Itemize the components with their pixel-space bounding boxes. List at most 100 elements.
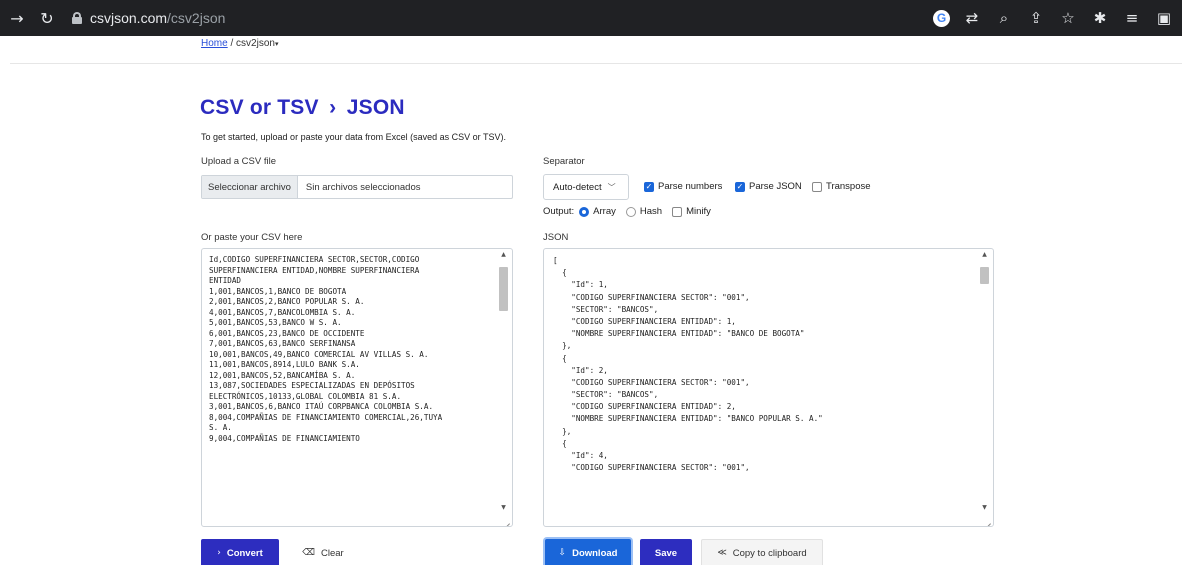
download-label: Download <box>572 547 618 559</box>
json-line: { <box>553 268 567 278</box>
zoom-icon[interactable]: ⌕ <box>994 9 1014 27</box>
output-hash-radio[interactable]: Hash <box>625 206 662 217</box>
csv-line: Id,CODIGO SUPERFINANCIERA SECTOR,SECTOR,… <box>209 255 420 264</box>
extensions-puzzle-icon[interactable]: ✱ <box>1090 9 1110 27</box>
browser-toolbar: → ↻ csvjson.com/csv2json G ⇄ ⌕ ⇪ ☆ ✱ ≡ ▣ <box>0 0 1182 36</box>
lock-icon <box>72 12 82 24</box>
convert-button[interactable]: › Convert <box>201 539 279 565</box>
output-options: Output: Array Hash Minify <box>543 206 711 217</box>
checkbox-empty-icon <box>672 206 683 217</box>
clear-label: Clear <box>321 547 344 559</box>
json-line: "CODIGO SUPERFINANCIERA SECTOR": "001", <box>553 292 750 302</box>
scroll-up-icon[interactable]: ▲ <box>497 251 510 261</box>
share-icon: ≪ <box>717 548 727 558</box>
upload-label: Upload a CSV file <box>201 156 276 167</box>
chevron-right-icon: › <box>217 548 221 558</box>
back-arrow-icon[interactable]: → <box>6 9 28 28</box>
chevron-down-icon: ﹀ <box>607 182 616 192</box>
json-scrollbar[interactable]: ▲ ▼ <box>978 251 991 514</box>
resize-handle-icon[interactable] <box>982 515 991 524</box>
side-panel-icon[interactable]: ▣ <box>1154 9 1174 27</box>
minify-label: Minify <box>686 206 711 217</box>
json-line: "Id": 4, <box>553 451 608 460</box>
transpose-label: Transpose <box>826 181 871 192</box>
csv-line: 9,004,COMPAÑIAS DE FINANCIAMIENTO <box>209 433 360 443</box>
breadcrumb-separator: / <box>230 38 234 49</box>
json-line: "SECTOR": "BANCOS", <box>553 390 659 400</box>
json-line: "CODIGO SUPERFINANCIERA SECTOR": "001", <box>553 463 750 473</box>
csv-textarea[interactable]: Id,CODIGO SUPERFINANCIERA SECTOR,SECTOR,… <box>201 248 513 527</box>
parse-json-label: Parse JSON <box>749 181 802 192</box>
download-button[interactable]: ⇩ Download <box>545 539 631 565</box>
address-bar[interactable]: csvjson.com/csv2json <box>72 4 225 32</box>
json-output-label: JSON <box>543 232 569 243</box>
separator-select[interactable]: Auto-detect ﹀ <box>543 174 629 200</box>
json-line: }, <box>553 341 572 351</box>
csv-scrollbar[interactable]: ▲ ▼ <box>497 251 510 514</box>
csv-input-label: Or paste your CSV here <box>201 232 303 243</box>
output-array-radio[interactable]: Array <box>579 206 616 217</box>
transpose-checkbox[interactable]: Transpose <box>812 181 871 192</box>
scroll-up-icon[interactable]: ▲ <box>978 251 991 261</box>
separator-label: Separator <box>543 156 585 167</box>
url-path: /csv2json <box>167 10 226 26</box>
csv-line: 4,001,BANCOS,7,BANCOLOMBIA S. A. <box>209 307 356 317</box>
json-line: [ <box>553 256 558 265</box>
star-icon[interactable]: ☆ <box>1058 9 1078 27</box>
backspace-icon: ⌫ <box>302 548 316 558</box>
save-button[interactable]: Save <box>640 539 692 565</box>
json-line: "NOMBRE SUPERFINANCIERA ENTIDAD": "BANCO… <box>553 414 823 424</box>
csv-line: 6,001,BANCOS,23,BANCO DE OCCIDENTE <box>209 328 365 338</box>
parse-numbers-checkbox[interactable]: ✓ Parse numbers <box>644 181 722 192</box>
csv-line: ENTIDAD <box>209 276 242 285</box>
radio-checked-icon <box>579 206 590 217</box>
breadcrumb-current[interactable]: csv2json <box>236 38 275 49</box>
page-subtitle: To get started, upload or paste your dat… <box>201 132 506 142</box>
convert-label: Convert <box>226 547 263 559</box>
separator-selected: Auto-detect <box>553 181 602 193</box>
csv-line: 11,001,BANCOS,8914,LULO BANK S.A. <box>209 360 360 369</box>
json-scroll-thumb[interactable] <box>980 267 989 284</box>
clear-button[interactable]: ⌫ Clear <box>289 539 357 565</box>
header-divider <box>10 63 1182 64</box>
json-line: { <box>553 438 567 448</box>
csv-line: S. A. <box>209 423 232 432</box>
caret-down-icon[interactable]: ▾ <box>275 40 279 48</box>
csv-line: SUPERFINANCIERA ENTIDAD,NOMBRE SUPERFINA… <box>209 265 420 275</box>
scroll-down-icon[interactable]: ▼ <box>978 504 991 514</box>
checkbox-checked-icon: ✓ <box>735 181 745 192</box>
json-textarea[interactable]: [ { "Id": 1, "CODIGO SUPERFINANCIERA SEC… <box>543 248 994 527</box>
reload-icon[interactable]: ↻ <box>36 9 58 28</box>
minify-checkbox[interactable]: Minify <box>672 206 711 217</box>
csv-line: ELECTRÓNICOS,10133,GLOBAL COLOMBIA 81 S.… <box>209 391 402 401</box>
json-line: { <box>553 353 567 363</box>
share-icon[interactable]: ⇪ <box>1026 9 1046 27</box>
choose-file-button[interactable]: Seleccionar archivo <box>202 176 298 198</box>
breadcrumb-home-link[interactable]: Home <box>201 38 228 49</box>
file-status: Sin archivos seleccionados <box>305 181 421 193</box>
csv-line: 3,001,BANCOS,6,BANCO ITAÚ CORPBANCA COLO… <box>209 402 434 411</box>
csv-scroll-thumb[interactable] <box>499 267 508 311</box>
csv-line: 8,004,COMPAÑIAS DE FINANCIAMIENTO COMERC… <box>209 412 443 422</box>
csv-line: 5,001,BANCOS,53,BANCO W S. A. <box>209 318 342 327</box>
scroll-down-icon[interactable]: ▼ <box>497 504 510 514</box>
csv-text: Id,CODIGO SUPERFINANCIERA SECTOR,SECTOR,… <box>209 255 488 444</box>
google-icon[interactable]: G <box>933 9 950 27</box>
parse-numbers-label: Parse numbers <box>658 181 723 192</box>
json-line: "Id": 1, <box>553 280 608 290</box>
parse-json-checkbox[interactable]: ✓ Parse JSON <box>735 181 802 192</box>
json-line: "CODIGO SUPERFINANCIERA ENTIDAD": 2, <box>553 402 736 412</box>
breadcrumb: Home / csv2json▾ <box>201 38 278 49</box>
output-label: Output: <box>543 206 575 217</box>
translate-icon[interactable]: ⇄ <box>962 9 982 27</box>
json-line: "SECTOR": "BANCOS", <box>553 304 659 314</box>
json-text: [ { "Id": 1, "CODIGO SUPERFINANCIERA SEC… <box>553 255 969 474</box>
csv-line: 13,087,SOCIEDADES ESPECIALIZADAS EN DEPÓ… <box>209 381 415 390</box>
reading-list-icon[interactable]: ≡ <box>1122 9 1142 27</box>
file-upload-input[interactable]: Seleccionar archivo Sin archivos selecci… <box>201 175 513 199</box>
copy-to-clipboard-button[interactable]: ≪ Copy to clipboard <box>701 539 823 565</box>
csv-line: 12,001,BANCOS,52,BANCAMÍBA S. A. <box>209 370 356 380</box>
resize-handle-icon[interactable] <box>501 515 510 524</box>
radio-empty-icon <box>625 206 636 217</box>
json-line: "CODIGO SUPERFINANCIERA SECTOR": "001", <box>553 377 750 387</box>
